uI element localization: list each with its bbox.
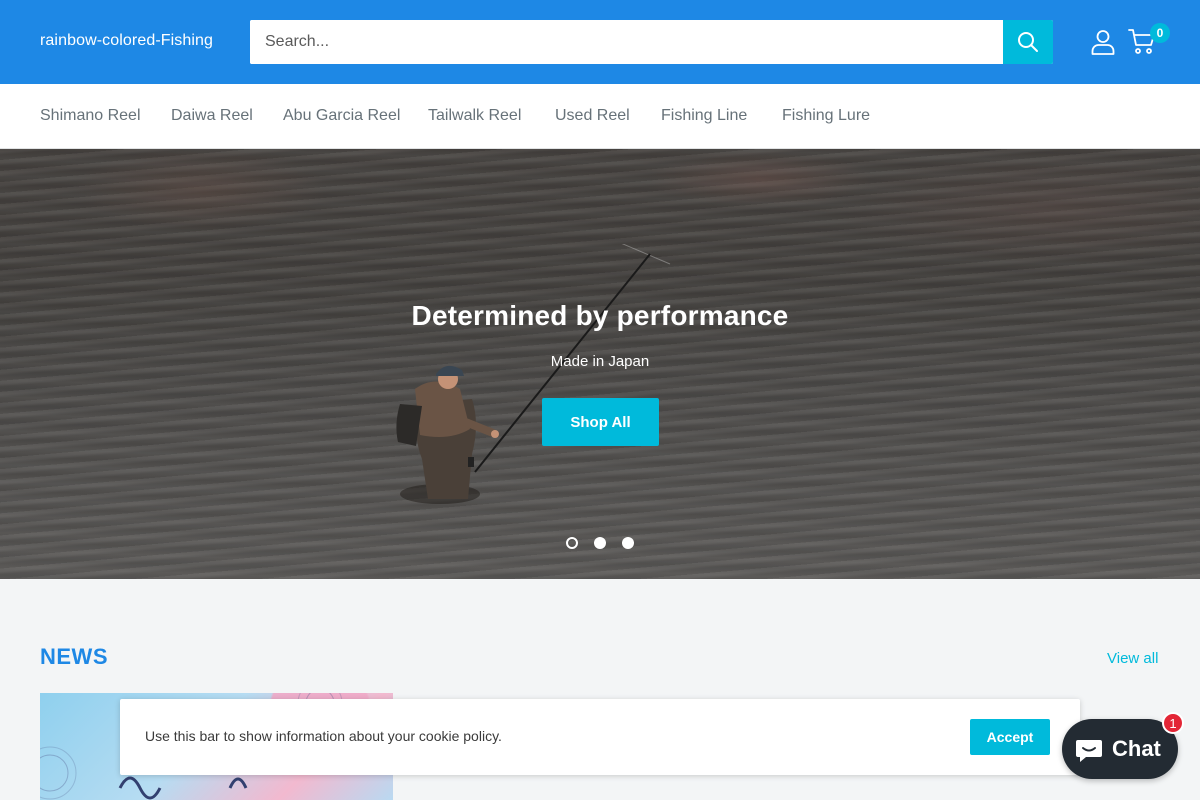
news-heading: NEWS xyxy=(40,644,108,669)
chat-notification-badge: 1 xyxy=(1162,712,1184,734)
store-logo[interactable]: rainbow-colored-Fishing xyxy=(40,32,213,50)
nav-item-used-reel[interactable]: Used Reel xyxy=(555,107,630,125)
cookie-message: Use this bar to show information about y… xyxy=(145,728,502,744)
shop-all-button[interactable]: Shop All xyxy=(542,398,659,446)
user-icon[interactable] xyxy=(1091,29,1115,55)
chat-label: Chat xyxy=(1112,736,1161,761)
nav-item-tailwalk-reel[interactable]: Tailwalk Reel xyxy=(428,107,521,125)
chat-bubble-icon xyxy=(1076,740,1102,762)
cookie-bar: Use this bar to show information about y… xyxy=(120,699,1080,775)
search-bar xyxy=(250,20,1053,64)
hero-title: Determined by performance xyxy=(411,300,789,331)
header: rainbow-colored-Fishing 0 xyxy=(0,0,1200,84)
cart-count-badge: 0 xyxy=(1150,23,1170,43)
main-nav: Shimano Reel Daiwa Reel Abu Garcia Reel … xyxy=(0,84,1200,149)
nav-item-abu-garcia-reel[interactable]: Abu Garcia Reel xyxy=(283,107,400,125)
chat-button[interactable]: Chat xyxy=(1062,719,1178,779)
nav-item-shimano-reel[interactable]: Shimano Reel xyxy=(40,107,141,125)
view-all-link[interactable]: View all xyxy=(1107,650,1158,667)
slide-dot-1[interactable] xyxy=(566,537,578,549)
nav-item-daiwa-reel[interactable]: Daiwa Reel xyxy=(171,107,253,125)
search-button[interactable] xyxy=(1003,20,1053,64)
nav-item-fishing-lure[interactable]: Fishing Lure xyxy=(782,107,870,125)
hero-subtitle: Made in Japan xyxy=(550,353,650,370)
slide-dot-2[interactable] xyxy=(594,537,606,549)
search-input[interactable] xyxy=(250,20,1003,64)
cookie-accept-button[interactable]: Accept xyxy=(970,719,1050,755)
search-icon xyxy=(1018,32,1038,52)
slide-dot-3[interactable] xyxy=(622,537,634,549)
fisherman-image xyxy=(396,244,671,504)
nav-item-fishing-line[interactable]: Fishing Line xyxy=(661,107,747,125)
hero-slideshow: Determined by performance Made in Japan … xyxy=(0,149,1200,579)
